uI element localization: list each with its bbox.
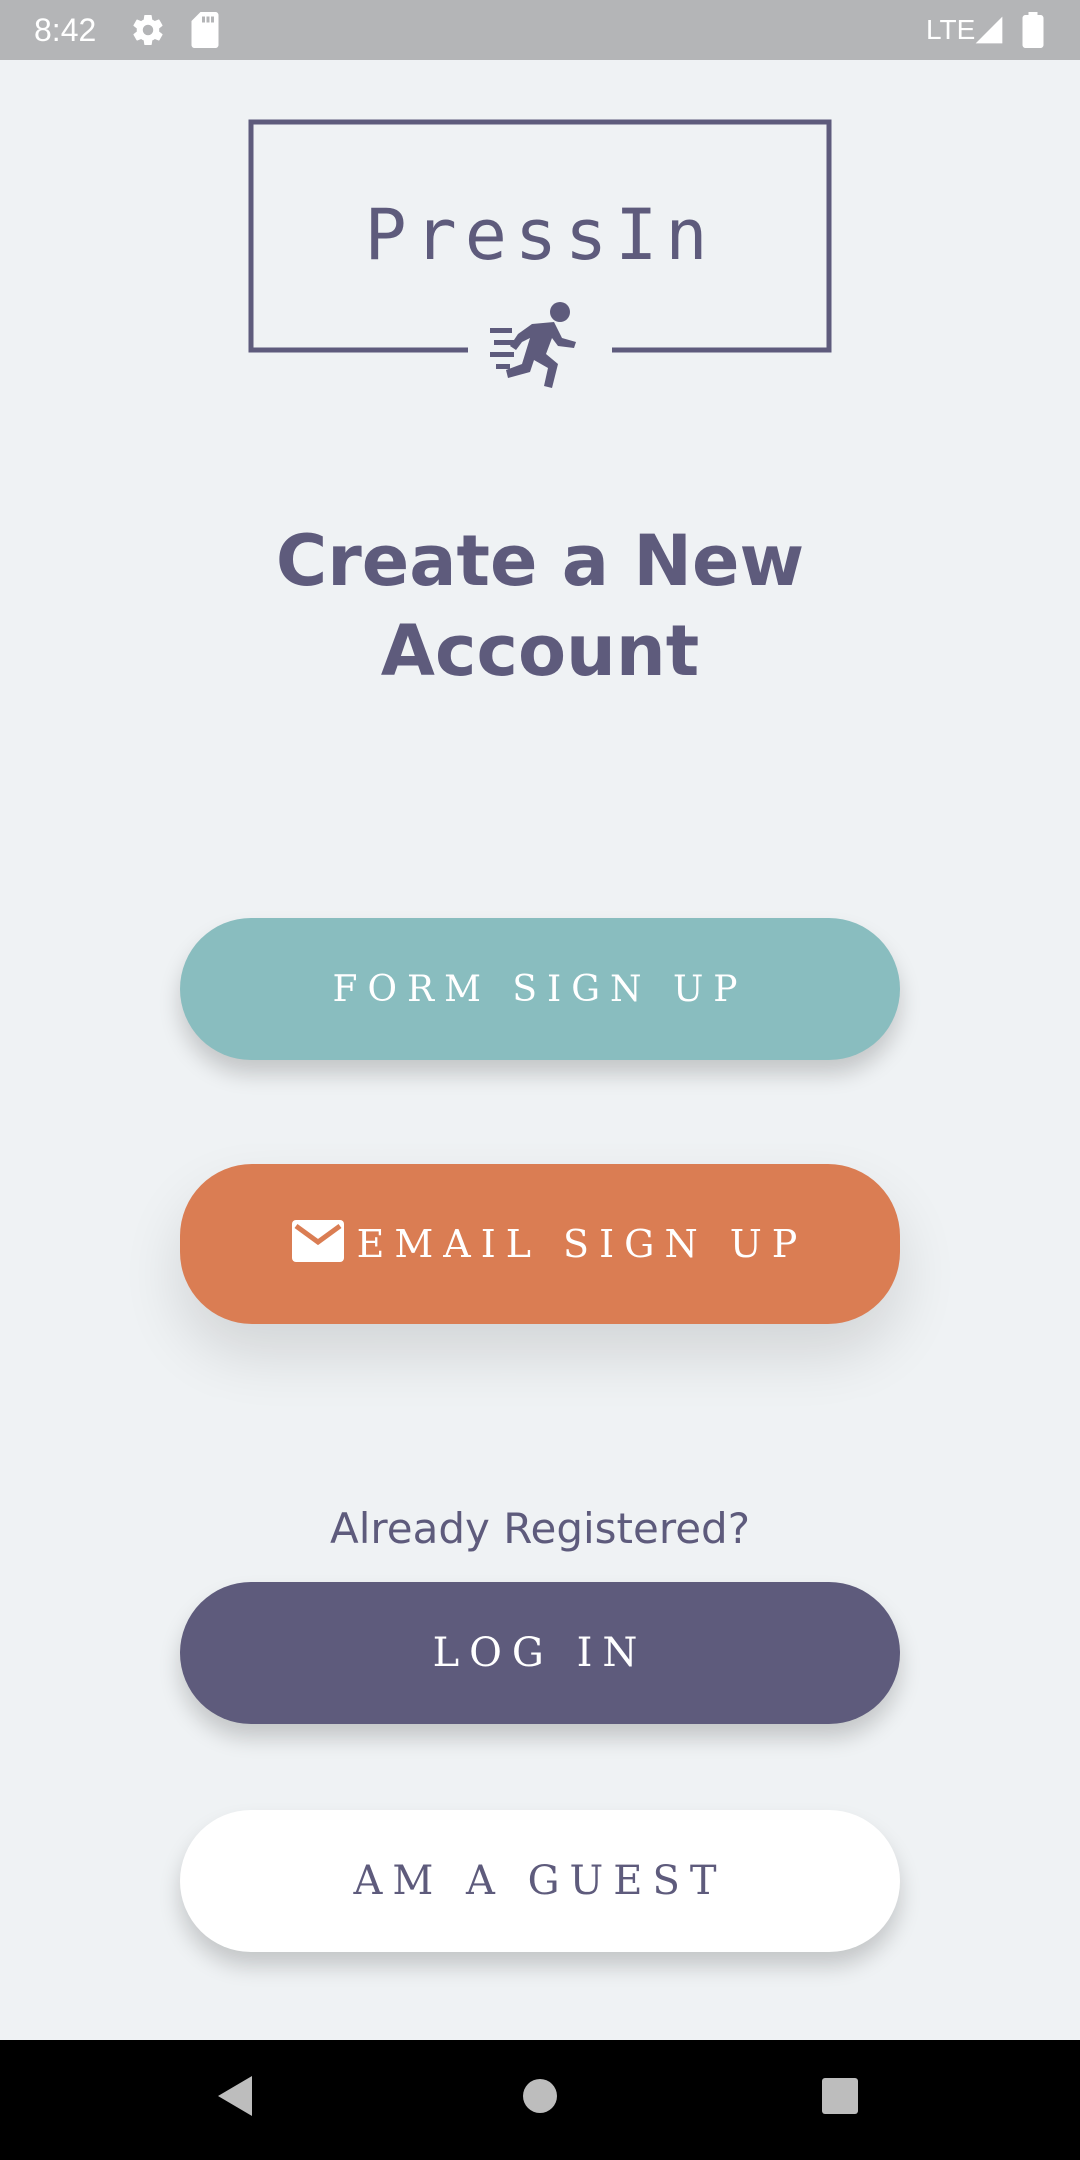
status-time: 8:42 — [34, 12, 97, 48]
signal-icon — [975, 16, 1003, 44]
form-signup-label: Form Sign up — [332, 968, 748, 1010]
app-logo: PressIn — [248, 118, 832, 398]
page-title-line1: Create a New — [275, 520, 805, 602]
page-title: Create a New Account — [190, 516, 890, 696]
home-icon[interactable] — [520, 2074, 560, 2118]
navigation-bar — [0, 2040, 1080, 2160]
settings-gear-icon — [133, 15, 163, 46]
page-title-line2: Account — [380, 610, 700, 692]
network-type: LTE — [926, 14, 976, 45]
form-signup-button[interactable]: Form Sign up — [180, 918, 900, 1060]
email-signup-button[interactable]: Email Sign up — [180, 1164, 900, 1324]
sd-card-icon — [191, 12, 219, 48]
login-button[interactable]: Log In — [180, 1582, 900, 1724]
already-registered-text: Already Registered? — [330, 1504, 750, 1553]
battery-icon — [1022, 12, 1044, 48]
guest-label: Am a Guest — [353, 1858, 727, 1904]
email-signup-label: Email Sign up — [356, 1222, 808, 1266]
login-label: Log In — [432, 1630, 648, 1676]
back-icon[interactable] — [216, 2074, 256, 2118]
logo-text: PressIn — [364, 194, 716, 276]
running-person-icon — [490, 302, 576, 388]
recents-icon[interactable] — [820, 2074, 860, 2118]
guest-button[interactable]: Am a Guest — [180, 1810, 900, 1952]
mail-icon — [292, 1220, 344, 1262]
status-bar: 8:42 LTE — [0, 0, 1080, 60]
